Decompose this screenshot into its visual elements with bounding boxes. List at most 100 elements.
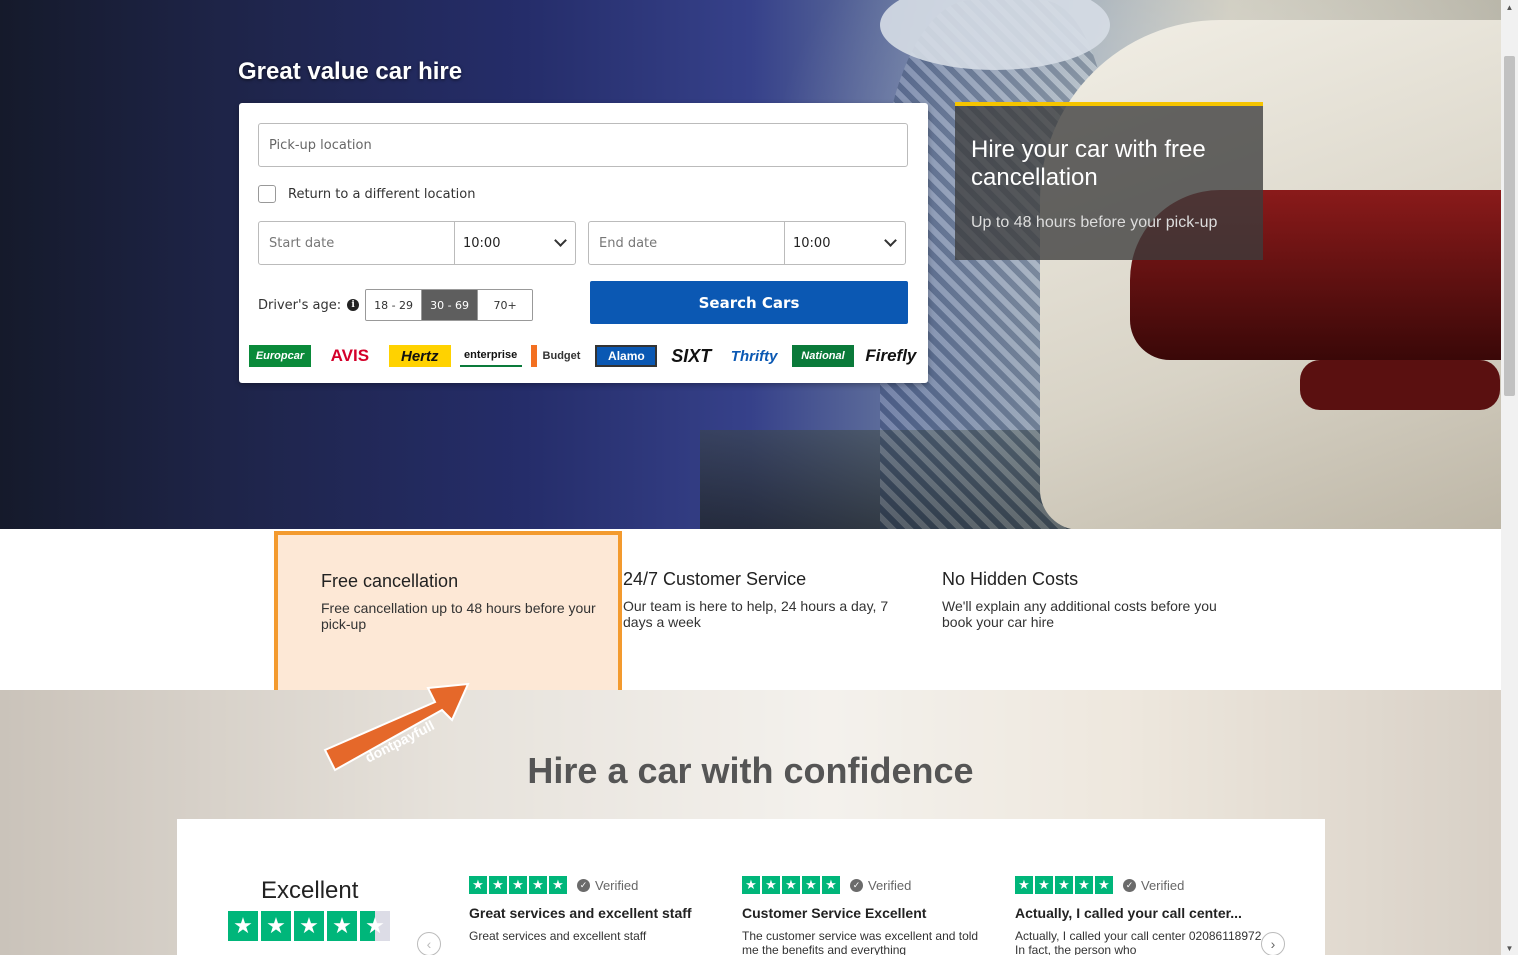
chevron-down-icon [554, 234, 567, 247]
verified-badge: ✓ Verified [1123, 878, 1184, 893]
review-title: Customer Service Excellent [742, 905, 927, 921]
star-icon: ★ [549, 876, 567, 894]
start-date-input[interactable]: Start date [259, 222, 455, 264]
review-card[interactable]: ★ ★ ★ ★ ★ ✓ Verified Customer Service Excelle… [742, 876, 992, 955]
chevron-down-icon [884, 234, 897, 247]
star-icon: ★ [1095, 876, 1113, 894]
driver-age-label: Driver's age: [258, 297, 342, 313]
feature-desc: Free cancellation up to 48 hours before … [321, 600, 596, 632]
verified-label: Verified [868, 877, 912, 893]
brand-logos: Europcar AVIS Hertz enterprise Budget Al… [249, 341, 919, 371]
feature-no-hidden-costs: No Hidden Costs We'll explain any additi… [942, 569, 1222, 630]
end-time-value: 10:00 [793, 235, 831, 251]
star-icon: ★ [228, 911, 258, 941]
hero-banner: Great value car hire Return to a differe… [0, 0, 1501, 529]
star-icon: ★ [294, 911, 324, 941]
start-time-select[interactable]: 10:00 [455, 222, 575, 264]
end-date-input[interactable]: End date [589, 222, 785, 264]
star-icon: ★ [509, 876, 527, 894]
feature-desc: We'll explain any additional costs befor… [942, 598, 1217, 630]
review-card[interactable]: ★ ★ ★ ★ ★ ✓ Verified Actually, I called your … [1015, 876, 1265, 955]
star-icon: ★ [469, 876, 487, 894]
star-icon: ★ [1015, 876, 1033, 894]
search-form: Return to a different location Start dat… [239, 103, 928, 383]
verified-label: Verified [595, 877, 639, 893]
review-card[interactable]: ★ ★ ★ ★ ★ ✓ Verified Great services and excel… [469, 876, 719, 943]
feature-free-cancellation: Free cancellation Free cancellation up t… [274, 531, 622, 697]
star-icon: ★ [489, 876, 507, 894]
return-different-location-row[interactable]: Return to a different location [258, 185, 475, 203]
verified-badge: ✓ Verified [850, 878, 911, 893]
check-icon: ✓ [1123, 878, 1136, 892]
scrollbar-thumb[interactable] [1504, 56, 1515, 396]
star-icon: ★ [529, 876, 547, 894]
start-date-group: Start date 10:00 [258, 221, 576, 265]
end-time-select[interactable]: 10:00 [785, 222, 905, 264]
promo-title: Hire your car with free cancellation [971, 136, 1206, 191]
star-icon: ★ [822, 876, 840, 894]
hero-car-bumper-light [1300, 360, 1500, 410]
info-icon[interactable]: i [347, 299, 360, 311]
search-cars-button[interactable]: Search Cars [590, 281, 908, 324]
half-star-icon: ★ [360, 911, 390, 941]
confidence-title: Hire a car with confidence [527, 750, 974, 791]
driver-age-row: Driver's age: i 18 - 29 30 - 69 70+ [258, 289, 534, 321]
previous-review-button[interactable]: ‹ [417, 932, 441, 955]
features-strip: Free cancellation Free cancellation up t… [0, 529, 1501, 697]
review-title: Actually, I called your call center... [1015, 905, 1242, 921]
verified-badge: ✓ Verified [577, 878, 638, 893]
sixt-logo: SIXT [671, 345, 712, 366]
star-icon: ★ [802, 876, 820, 894]
review-stars: ★ ★ ★ ★ ★ ✓ Verified [742, 876, 992, 894]
star-icon: ★ [1055, 876, 1073, 894]
end-date-group: End date 10:00 [588, 221, 906, 265]
review-title: Great services and excellent staff [469, 905, 692, 921]
age-option-30-69[interactable]: 30 - 69 [422, 290, 479, 320]
thrifty-logo: Thrifty [730, 347, 778, 365]
feature-title: 24/7 Customer Service [623, 569, 807, 589]
page-scrollbar[interactable]: ▲ ▼ [1501, 0, 1518, 955]
driver-age-selector: 18 - 29 30 - 69 70+ [365, 289, 534, 321]
free-cancellation-promo: Hire your car with free cancellation Up … [955, 102, 1263, 260]
rating-label: Excellent [261, 877, 359, 904]
check-icon: ✓ [577, 878, 590, 892]
scroll-down-arrow-icon[interactable]: ▼ [1501, 941, 1518, 955]
feature-desc: Our team is here to help, 24 hours a day… [623, 598, 889, 630]
hero-title: Great value car hire [238, 58, 463, 85]
return-different-location-checkbox[interactable] [258, 185, 276, 203]
firefly-logo: Firefly [865, 346, 917, 365]
review-text: The customer service was excellent and t… [742, 929, 979, 955]
age-option-18-29[interactable]: 18 - 29 [366, 290, 423, 320]
confidence-section: Hire a car with confidence Excellent ★ ★… [0, 690, 1501, 955]
review-text: Great services and excellent staff [469, 929, 647, 943]
feature-title: No Hidden Costs [942, 569, 1079, 589]
star-icon: ★ [1035, 876, 1053, 894]
star-icon: ★ [782, 876, 800, 894]
promo-subtitle: Up to 48 hours before your pick-up [971, 214, 1218, 231]
scroll-up-arrow-icon[interactable]: ▲ [1501, 0, 1518, 14]
enterprise-logo: enterprise [459, 345, 522, 367]
check-icon: ✓ [850, 878, 863, 892]
review-stars: ★ ★ ★ ★ ★ ✓ Verified [469, 876, 719, 894]
star-icon: ★ [762, 876, 780, 894]
review-stars: ★ ★ ★ ★ ★ ✓ Verified [1015, 876, 1265, 894]
return-different-location-label[interactable]: Return to a different location [288, 187, 475, 202]
star-icon: ★ [327, 911, 357, 941]
star-icon: ★ [742, 876, 760, 894]
avis-logo: AVIS [330, 346, 370, 365]
pickup-location-input[interactable] [258, 123, 908, 167]
national-logo: National [792, 345, 854, 367]
hertz-logo: Hertz [388, 345, 451, 367]
star-icon: ★ [1075, 876, 1093, 894]
budget-logo: Budget [530, 345, 587, 367]
star-icon: ★ [261, 911, 291, 941]
trustpilot-rating-stars: ★ ★ ★ ★ ★ [228, 911, 390, 941]
review-text: Actually, I called your call center 0208… [1015, 929, 1262, 955]
verified-label: Verified [1141, 877, 1185, 893]
reviews-panel: Excellent ★ ★ ★ ★ ★ ‹ › ★ ★ ★ ★ ★ ✓ Verified … [177, 819, 1325, 955]
age-option-70-plus[interactable]: 70+ [478, 290, 533, 320]
alamo-logo: Alamo [595, 345, 658, 367]
europcar-logo: Europcar [249, 345, 311, 367]
feature-customer-service: 24/7 Customer Service Our team is here t… [623, 569, 903, 630]
start-time-value: 10:00 [463, 235, 501, 251]
